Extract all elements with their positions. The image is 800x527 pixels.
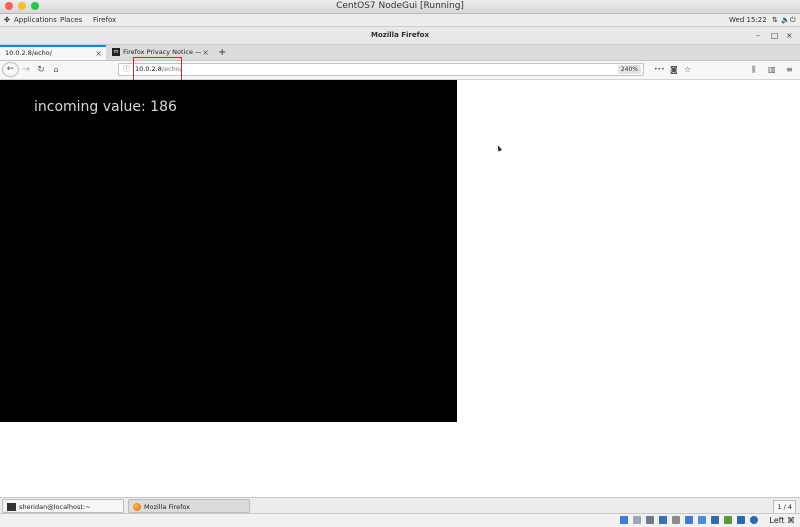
site-info-icon[interactable]: ⓘ [123, 64, 130, 75]
pocket-icon[interactable]: ◙ [670, 62, 678, 78]
optical-drive-icon[interactable] [633, 516, 641, 524]
back-arrow-icon[interactable]: ← [2, 62, 19, 77]
applications-menu[interactable]: Applications [14, 14, 57, 26]
zoom-indicator[interactable]: 240% [617, 65, 641, 74]
tab-echo[interactable]: 10.0.2.8/echo/ × [0, 45, 106, 60]
firefox-window-titlebar: Mozilla Firefox – □ × [0, 27, 800, 45]
page-actions-icon[interactable]: ••• [654, 62, 665, 78]
terminal-icon [7, 503, 16, 511]
clock[interactable]: Wed 15:22 [729, 14, 767, 26]
audio-icon[interactable] [646, 516, 654, 524]
firefox-icon [133, 503, 141, 511]
close-tab-icon[interactable]: × [95, 47, 102, 60]
mouse-cursor-icon [495, 144, 503, 152]
hamburger-menu-icon[interactable]: ≡ [786, 62, 793, 78]
minimize-button[interactable]: – [756, 27, 760, 44]
volume-icon[interactable]: 🔈 [781, 14, 790, 26]
firefox-window-title: Mozilla Firefox [371, 31, 429, 39]
library-icon[interactable]: ⫼ [752, 62, 756, 78]
gnome-foot-icon: ✤ [4, 16, 10, 24]
shared-folders-icon[interactable] [685, 516, 693, 524]
new-tab-button[interactable]: + [218, 45, 226, 60]
tab-label: 10.0.2.8/echo/ [5, 49, 52, 57]
close-tab-icon[interactable]: × [202, 45, 209, 60]
vm-status-bar: Left ⌘ [0, 513, 800, 527]
navigation-toolbar: ← → ↻ ⌂ ⓘ 10.0.2.8/echo/ 240% ••• ◙ ☆ ⫼ … [0, 61, 800, 80]
host-key-label: Left ⌘ [769, 516, 795, 525]
tab-label: Firefox Privacy Notice — [123, 48, 202, 56]
forward-arrow-icon[interactable]: → [20, 62, 32, 78]
home-icon[interactable]: ⌂ [50, 62, 62, 78]
taskbar-item-label: Mozilla Firefox [144, 503, 190, 511]
keyboard-capture-icon[interactable] [750, 516, 758, 524]
url-highlight-box [133, 57, 182, 82]
network-icon[interactable]: ⇅ [772, 14, 778, 26]
cpu-icon[interactable] [724, 516, 732, 524]
gnome-top-panel: ✤ Applications Places Firefox Wed 15:22 … [0, 14, 800, 27]
display-icon[interactable] [698, 516, 706, 524]
reload-icon[interactable]: ↻ [35, 62, 47, 78]
tab-strip: 10.0.2.8/echo/ × m Firefox Privacy Notice… [0, 45, 800, 61]
close-button[interactable]: × [786, 27, 793, 44]
firefox-app-menu[interactable]: Firefox [93, 14, 116, 26]
maximize-button[interactable]: □ [771, 27, 779, 44]
sidebar-icon[interactable]: ▥ [768, 62, 776, 78]
bookmark-star-icon[interactable]: ☆ [684, 62, 691, 78]
incoming-value-text: incoming value: 186 [34, 99, 177, 115]
places-menu[interactable]: Places [60, 14, 82, 26]
video-capture-icon[interactable] [711, 516, 719, 524]
network-adapter-icon[interactable] [659, 516, 667, 524]
taskbar-item-firefox[interactable]: Mozilla Firefox [128, 499, 250, 513]
taskbar-item-label: sheridan@localhost:~ [19, 503, 91, 511]
vm-window-title: CentOS7 NodeGui [Running] [336, 1, 464, 11]
mozilla-favicon-icon: m [112, 48, 120, 56]
power-icon[interactable]: ⏻ [790, 14, 796, 26]
hard-disk-icon[interactable] [620, 516, 628, 524]
url-bar[interactable]: ⓘ 10.0.2.8/echo/ 240% [118, 63, 644, 76]
vm-window-titlebar: CentOS7 NodeGui [Running] [0, 0, 800, 14]
taskbar-item-terminal[interactable]: sheridan@localhost:~ [2, 499, 124, 513]
app-canvas: incoming value: 186 [0, 80, 457, 422]
mouse-integration-icon[interactable] [737, 516, 745, 524]
usb-icon[interactable] [672, 516, 680, 524]
page-content: incoming value: 186 [0, 80, 800, 497]
workspace-pager[interactable]: 1 / 4 [773, 500, 796, 514]
gnome-taskbar: sheridan@localhost:~ Mozilla Firefox 1 /… [0, 497, 800, 514]
